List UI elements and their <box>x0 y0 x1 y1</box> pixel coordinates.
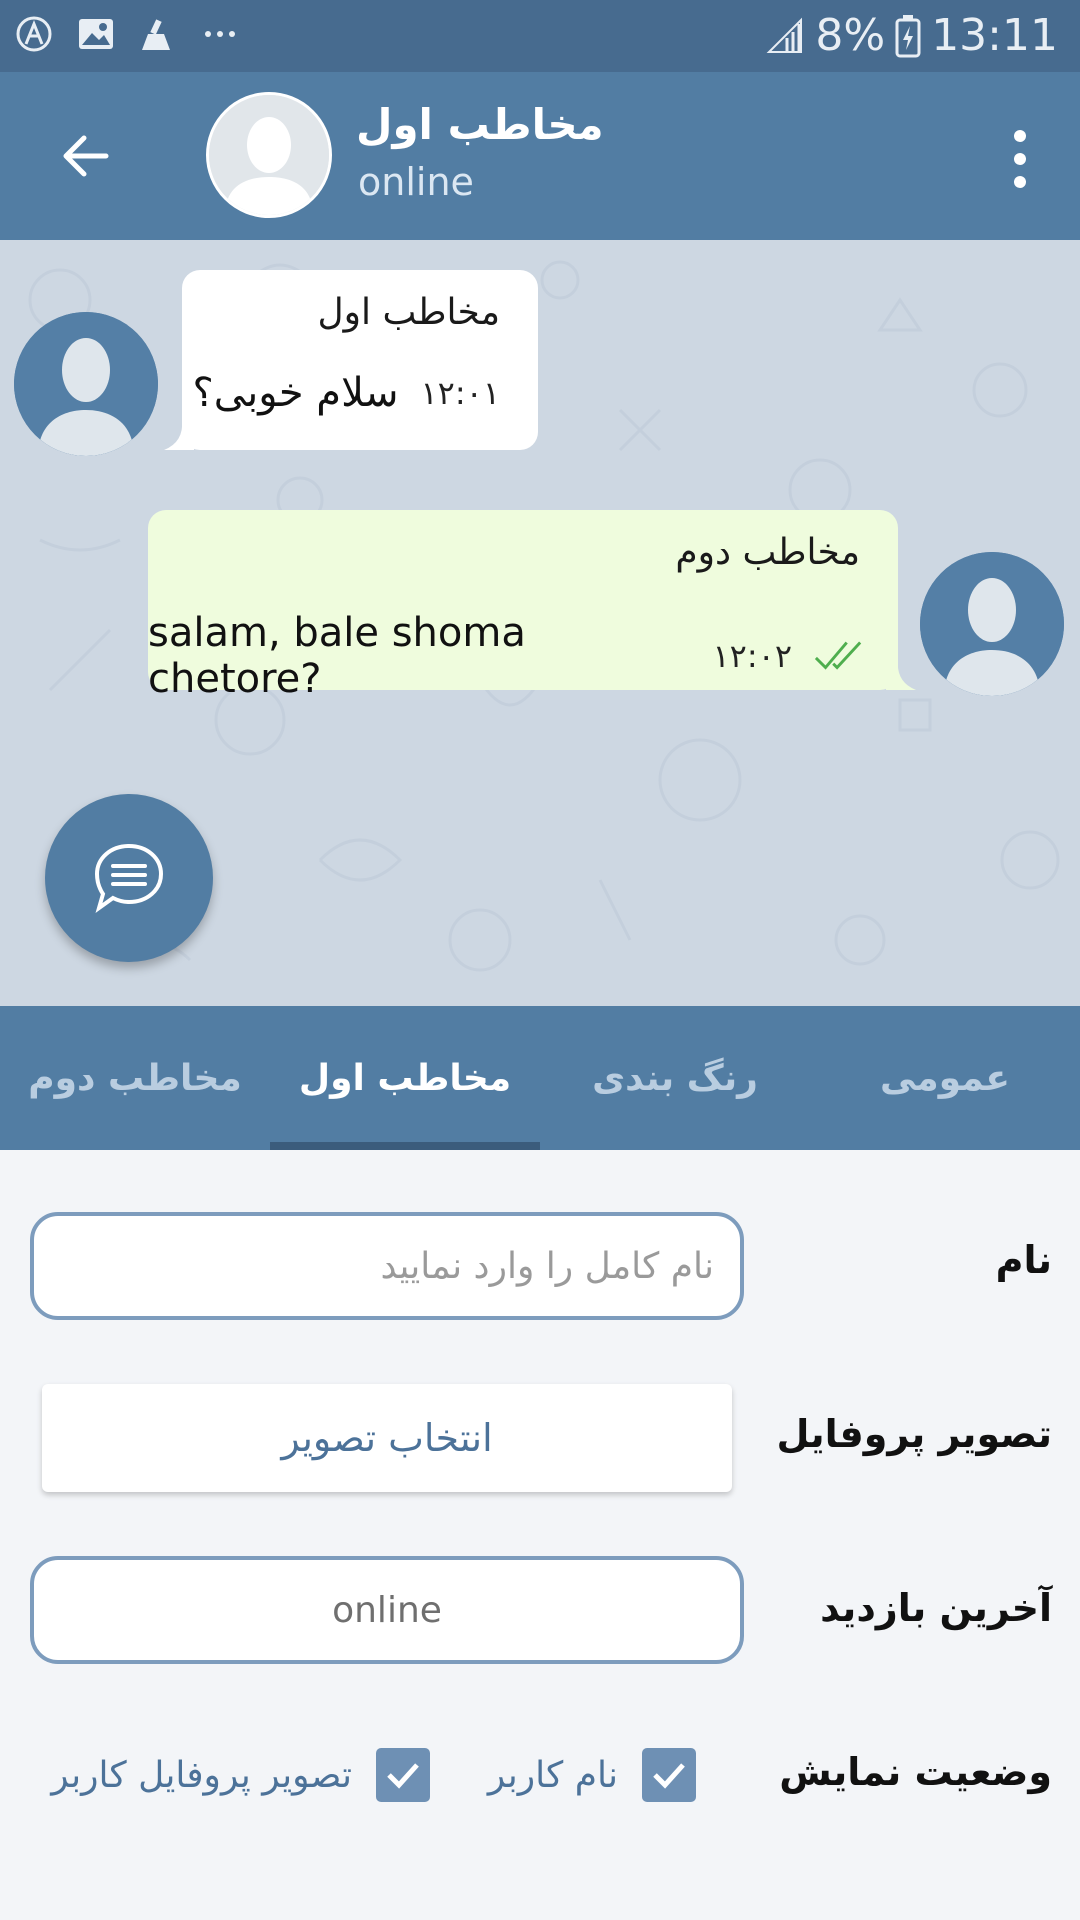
message-text: سلام خوبی؟ <box>192 370 399 416</box>
choose-image-button[interactable]: انتخاب تصویر <box>42 1384 732 1492</box>
header-avatar[interactable] <box>206 92 332 218</box>
signal-icon <box>766 17 803 53</box>
tab-second-contact[interactable]: مخاطب دوم <box>0 1006 270 1150</box>
sender-avatar[interactable] <box>920 552 1064 696</box>
display-status-label: وضعیت نمایش <box>779 1750 1052 1794</box>
battery-charging-icon <box>895 15 921 58</box>
chat-fab-button[interactable] <box>45 794 213 962</box>
name-label: نام <box>995 1238 1052 1282</box>
battery-percent: 8% <box>815 10 886 61</box>
tab-first-contact[interactable]: مخاطب اول <box>270 1006 540 1150</box>
contact-status: online <box>358 160 474 204</box>
tab-general[interactable]: عمومی <box>810 1006 1080 1150</box>
profile-image-label: تصویر پروفایل <box>776 1412 1052 1456</box>
arrow-left-icon <box>63 135 109 177</box>
profile-pic-checkbox-label: تصویر پروفایل کاربر <box>51 1754 352 1796</box>
username-checkbox[interactable] <box>642 1748 696 1802</box>
more-vert-icon[interactable] <box>1000 124 1040 194</box>
last-seen-label: آخرین بازدید <box>820 1586 1052 1630</box>
profile-pic-checkbox-row[interactable]: تصویر پروفایل کاربر <box>51 1748 430 1802</box>
message-time: ۱۲:۰۲ <box>712 637 792 675</box>
last-seen-field[interactable] <box>30 1556 744 1664</box>
contact-settings-form: نام تصویر پروفایل انتخاب تصویر آخرین باز… <box>0 1150 1080 1920</box>
accessibility-icon <box>16 16 52 52</box>
check-icon <box>387 1763 419 1789</box>
message-text: salam, bale shoma chetore? <box>148 610 526 702</box>
name-input[interactable] <box>34 1216 740 1316</box>
name-field[interactable] <box>30 1212 744 1320</box>
person-placeholder-icon <box>920 552 1064 696</box>
check-icon <box>653 1763 685 1789</box>
tab-coloring[interactable]: رنگ بندی <box>540 1006 810 1150</box>
double-check-icon <box>814 641 862 670</box>
image-icon <box>79 19 113 49</box>
person-placeholder-icon <box>209 95 329 215</box>
cleaner-icon <box>142 19 170 50</box>
profile-pic-checkbox[interactable] <box>376 1748 430 1802</box>
chat-header: مخاطب اول online <box>0 72 1080 240</box>
clock: 13:11 <box>931 10 1058 61</box>
username-checkbox-label: نام کاربر <box>487 1754 618 1796</box>
username-checkbox-row[interactable]: نام کاربر <box>488 1748 696 1802</box>
message-sender: مخاطب اول <box>317 292 500 333</box>
outgoing-message-bubble[interactable]: مخاطب دوم salam, bale shoma chetore? ۱۲:… <box>148 510 898 702</box>
back-button[interactable] <box>44 116 124 196</box>
person-placeholder-icon <box>14 312 158 456</box>
last-seen-input[interactable] <box>34 1560 740 1660</box>
sender-avatar[interactable] <box>14 312 158 456</box>
more-dots-icon <box>205 31 235 37</box>
incoming-message-bubble[interactable]: مخاطب اول سلام خوبی؟ ۱۲:۰۱ <box>182 270 538 450</box>
settings-tabs: مخاطب دوم مخاطب اول رنگ بندی عمومی <box>0 1006 1080 1150</box>
message-time: ۱۲:۰۱ <box>420 374 500 412</box>
bubble-tail <box>886 660 916 690</box>
message-sender: مخاطب دوم <box>675 532 860 573</box>
chat-area: مخاطب اول سلام خوبی؟ ۱۲:۰۱ مخاطب دوم sal… <box>0 240 1080 1006</box>
contact-name: مخاطب اول <box>356 100 604 149</box>
chat-bubble-icon <box>94 843 164 913</box>
status-bar: 8% 13:11 <box>0 0 1080 72</box>
